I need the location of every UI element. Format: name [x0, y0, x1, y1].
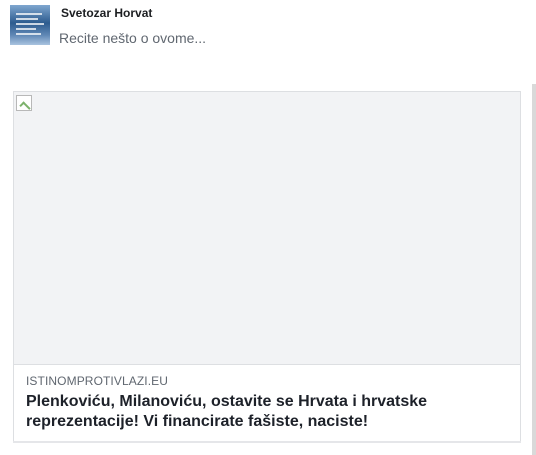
user-name[interactable]: Svetozar Horvat	[61, 6, 152, 20]
link-preview-image[interactable]	[14, 92, 520, 365]
link-preview-meta: ISTINOMPROTIVLAZI.EU Plenkoviću, Milanov…	[26, 374, 506, 432]
card-divider	[13, 441, 521, 443]
link-preview-card[interactable]: ISTINOMPROTIVLAZI.EU Plenkoviću, Milanov…	[13, 91, 521, 442]
post-composer: Svetozar Horvat Recite nešto o ovome...	[0, 0, 536, 80]
avatar[interactable]	[10, 5, 50, 45]
link-title[interactable]: Plenkoviću, Milanoviću, ostavite se Hrva…	[26, 392, 506, 432]
scrollbar[interactable]	[532, 84, 536, 455]
broken-image-icon	[16, 95, 32, 111]
link-domain: ISTINOMPROTIVLAZI.EU	[26, 374, 169, 388]
composer-input[interactable]: Recite nešto o ovome...	[59, 30, 206, 46]
